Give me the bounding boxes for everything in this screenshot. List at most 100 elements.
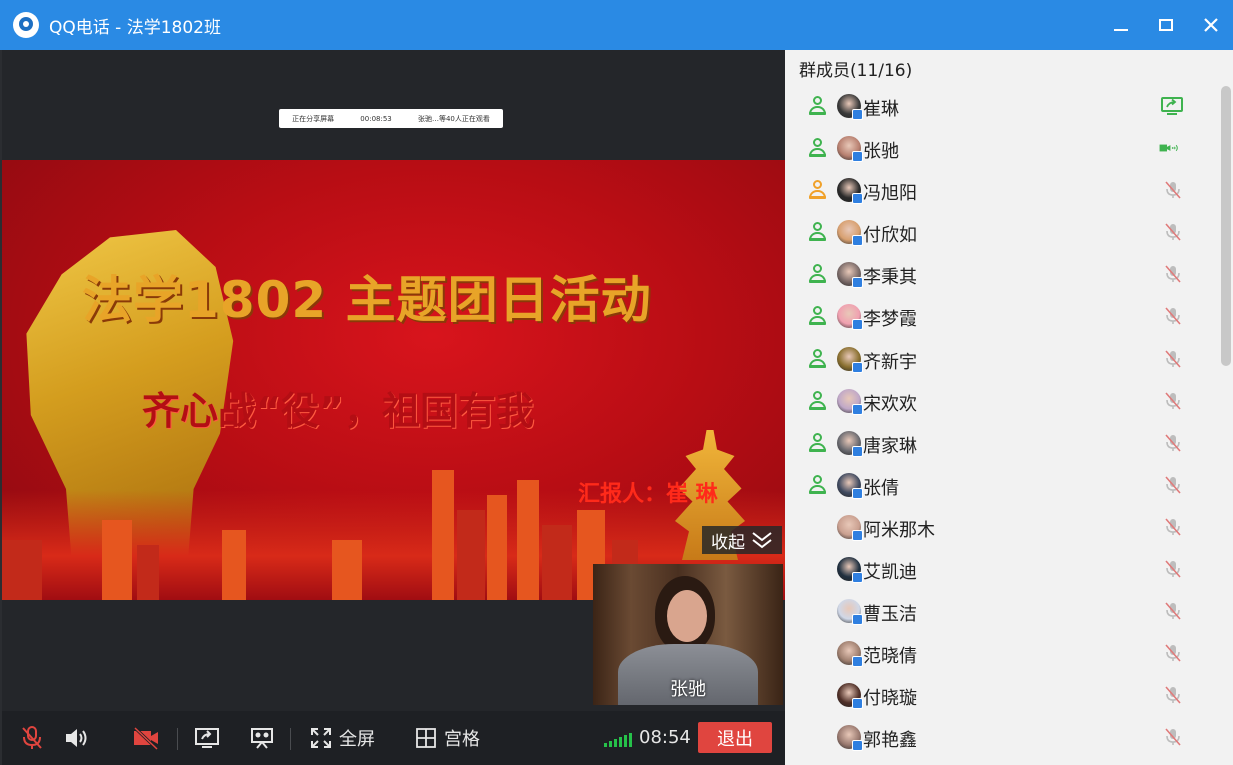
exit-button[interactable]: 退出	[698, 722, 772, 753]
avatar	[837, 514, 863, 541]
microphone-toggle-button[interactable]	[18, 725, 46, 751]
member-name: 曹玉洁	[863, 604, 917, 626]
grid-view-button[interactable]: 宫格	[416, 725, 480, 751]
slide-title: 法学1802 主题团日活动	[82, 271, 652, 329]
avatar	[837, 178, 863, 205]
member-name: 冯旭阳	[863, 183, 917, 205]
mic-muted-icon	[1159, 222, 1183, 242]
fullscreen-label: 全屏	[339, 729, 375, 750]
shared-screen-slide: 法学1802 主题团日活动 齐心战“役”，祖国有我 汇报人：崔 琳	[2, 160, 785, 600]
member-row[interactable]: 齐新宇	[785, 338, 1221, 380]
member-row[interactable]: 李梦霞	[785, 295, 1221, 337]
member-name: 阿米那木	[863, 519, 935, 541]
mic-muted-icon	[1159, 643, 1183, 663]
member-list: 崔琳张驰冯旭阳付欣如李秉其李梦霞齐新宇宋欢欢唐家琳张倩阿米那木艾凯迪曹玉洁范晓倩…	[785, 85, 1221, 759]
member-name: 付晓璇	[863, 688, 917, 710]
fullscreen-button[interactable]: 全屏	[311, 725, 375, 751]
minimize-button[interactable]	[1098, 0, 1143, 50]
call-toolbar: 全屏 宫格 08:54 退出	[2, 711, 785, 765]
member-user-icon	[807, 137, 827, 159]
share-status-text: 正在分享屏幕	[292, 114, 335, 123]
member-count-title: 群成员(11/16)	[799, 61, 913, 81]
member-row[interactable]: 宋欢欢	[785, 380, 1221, 422]
avatar	[837, 641, 863, 668]
member-row[interactable]: 唐家琳	[785, 422, 1221, 464]
avatar	[837, 599, 863, 626]
share-screen-button[interactable]	[193, 725, 221, 751]
share-screen-icon	[195, 728, 219, 748]
member-user-icon	[807, 474, 827, 496]
member-row[interactable]: 付晓璇	[785, 674, 1221, 716]
member-user-icon	[807, 432, 827, 454]
member-row[interactable]: 范晓倩	[785, 632, 1221, 674]
member-name: 张驰	[863, 141, 899, 163]
member-name: 唐家琳	[863, 435, 917, 457]
member-name: 宋欢欢	[863, 393, 917, 415]
title-bar: QQ电话 - 法学1802班	[0, 0, 1233, 50]
member-row[interactable]: 艾凯迪	[785, 548, 1221, 590]
video-share-button[interactable]	[248, 725, 276, 751]
avatar	[837, 220, 863, 247]
call-duration: 08:54	[639, 727, 691, 748]
member-name: 李秉其	[863, 267, 917, 289]
member-user-icon	[807, 390, 827, 412]
close-button[interactable]	[1188, 0, 1233, 50]
mic-muted-icon	[1159, 349, 1183, 369]
member-row[interactable]: 郭艳鑫	[785, 716, 1221, 758]
member-row[interactable]: 付欣如	[785, 211, 1221, 253]
avatar	[837, 304, 863, 331]
slide-reporter: 汇报人：崔 琳	[578, 482, 718, 507]
member-list-scrollbar[interactable]	[1221, 86, 1231, 366]
member-row[interactable]: 冯旭阳	[785, 169, 1221, 211]
member-row[interactable]: 崔琳	[785, 85, 1221, 127]
member-user-icon	[807, 95, 827, 117]
mic-muted-icon	[1159, 559, 1183, 579]
avatar	[837, 430, 863, 457]
mic-muted-icon	[1159, 475, 1183, 495]
member-row[interactable]: 李秉其	[785, 253, 1221, 295]
maximize-icon	[1158, 19, 1173, 31]
avatar	[837, 388, 863, 415]
avatar	[837, 472, 863, 499]
mic-muted-icon	[22, 726, 42, 749]
member-row[interactable]: 张驰	[785, 127, 1221, 169]
grid-icon	[416, 728, 436, 748]
maximize-button[interactable]	[1143, 0, 1188, 50]
avatar	[837, 94, 863, 120]
mic-muted-icon	[1159, 601, 1183, 621]
mic-muted-icon	[1159, 433, 1183, 453]
close-icon	[1203, 18, 1218, 32]
slide-subtitle: 齐心战“役”，祖国有我	[142, 389, 534, 433]
member-row[interactable]: 阿米那木	[785, 506, 1221, 548]
mic-muted-icon	[1159, 685, 1183, 705]
mic-muted-icon	[1159, 180, 1183, 200]
admin-user-icon	[807, 179, 827, 201]
member-name: 艾凯迪	[863, 562, 917, 584]
camera-off-icon	[133, 726, 159, 750]
collapse-button[interactable]: 收起	[702, 526, 782, 554]
member-user-icon	[807, 348, 827, 370]
member-name: 齐新宇	[863, 351, 917, 373]
screen-share-status-bar: 正在分享屏幕 00:08:53 张驰…等40人正在观看	[279, 109, 503, 128]
network-signal-icon	[604, 731, 632, 747]
speaker-button[interactable]	[62, 725, 90, 751]
member-name: 郭艳鑫	[863, 730, 917, 752]
member-sidebar: 群成员(11/16) 崔琳张驰冯旭阳付欣如李秉其李梦霞齐新宇宋欢欢唐家琳张倩阿米…	[785, 50, 1233, 765]
member-name: 范晓倩	[863, 646, 917, 668]
avatar	[837, 683, 863, 710]
speaker-icon	[66, 729, 87, 747]
window-title: QQ电话 - 法学1802班	[49, 17, 221, 38]
participant-video-pip[interactable]: 张驰	[593, 564, 783, 705]
member-user-icon	[807, 305, 827, 327]
member-name: 张倩	[863, 477, 899, 499]
double-chevron-down-icon	[752, 532, 772, 549]
camera-toggle-button[interactable]	[132, 725, 160, 751]
grid-label: 宫格	[444, 729, 480, 750]
member-row[interactable]: 张倩	[785, 464, 1221, 506]
mic-muted-icon	[1159, 727, 1183, 747]
pip-participant-name: 张驰	[670, 679, 706, 700]
share-duration: 00:08:53	[360, 114, 392, 123]
member-row[interactable]: 曹玉洁	[785, 590, 1221, 632]
film-reel-icon	[251, 728, 273, 749]
mic-muted-icon	[1159, 264, 1183, 284]
